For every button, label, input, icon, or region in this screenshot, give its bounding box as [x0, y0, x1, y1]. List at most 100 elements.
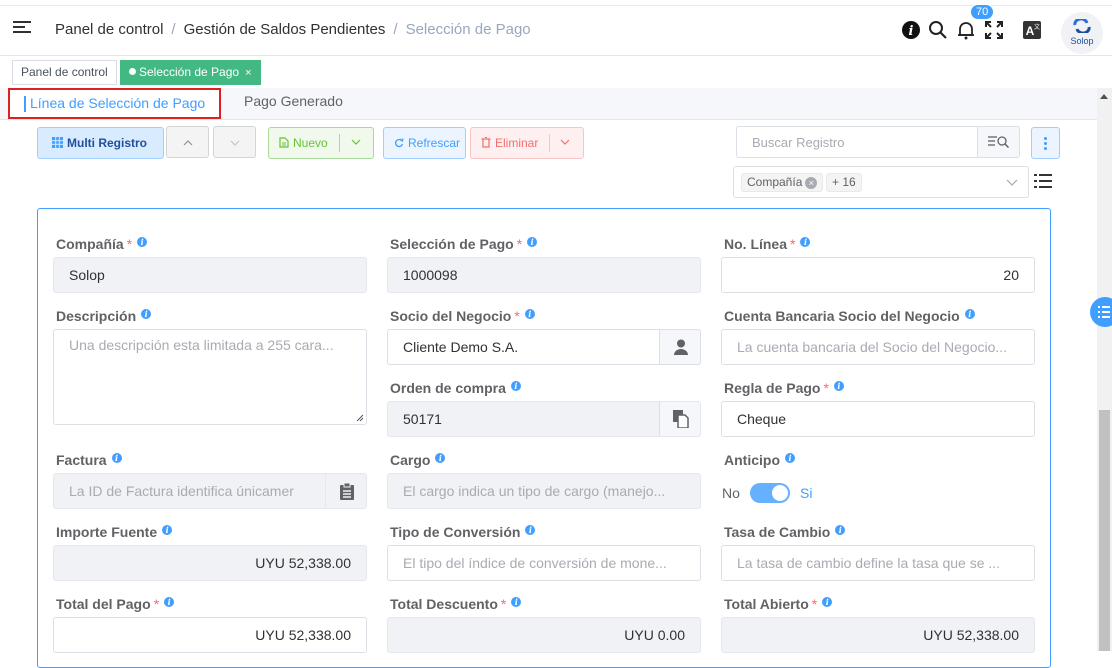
- breadcrumb: Panel de control / Gestión de Saldos Pendi…: [55, 21, 531, 38]
- charge-label: Cargo i: [390, 452, 446, 468]
- info-icon[interactable]: i: [510, 381, 521, 391]
- info-icon[interactable]: i: [901, 20, 921, 40]
- payment-selection-field: 1000098: [387, 257, 701, 293]
- info-icon[interactable]: i: [785, 453, 795, 463]
- pay-amount-input[interactable]: UYU 52,338.00: [53, 617, 367, 653]
- search-input[interactable]: Buscar Registro: [736, 126, 1020, 158]
- svg-text:文: 文: [1034, 23, 1040, 31]
- more-options-button[interactable]: [1031, 127, 1060, 159]
- source-amount-field: UYU 52,338.00: [53, 545, 367, 581]
- business-partner-search-button[interactable]: [659, 330, 700, 364]
- info-icon[interactable]: i: [111, 453, 122, 463]
- invoice-placeholder: La ID de Factura identifica únicamer: [69, 483, 294, 499]
- copy-document-icon: [673, 410, 689, 428]
- info-icon[interactable]: i: [525, 525, 536, 535]
- tags-bar: Panel de control Selección de Pago ×: [0, 56, 1112, 89]
- description-textarea[interactable]: Una descripción esta limitada a 255 cara…: [53, 329, 367, 425]
- tag-payment-selection[interactable]: Selección de Pago ×: [120, 60, 261, 85]
- info-icon[interactable]: i: [137, 237, 148, 247]
- side-panel-toggle-button[interactable]: [1090, 297, 1112, 327]
- payment-rule-label: Regla de Pago * i: [724, 380, 844, 396]
- purchase-order-lookup-button[interactable]: [659, 402, 700, 436]
- logo-icon: [1073, 19, 1091, 33]
- chevron-down-icon[interactable]: [1006, 179, 1018, 186]
- info-icon[interactable]: i: [141, 309, 152, 319]
- invoice-lookup-button[interactable]: [325, 474, 366, 508]
- tag-dashboard[interactable]: Panel de control: [12, 60, 117, 85]
- exchange-rate-label: Tasa de Cambio i: [724, 524, 846, 540]
- info-icon[interactable]: i: [527, 237, 538, 247]
- company-field: Solop: [53, 257, 367, 293]
- toggle-knob: [772, 485, 788, 501]
- multi-record-label: Multi Registro: [67, 136, 147, 150]
- bp-bank-account-label: Cuenta Bancaria Socio del Negocio i: [724, 308, 975, 324]
- info-icon[interactable]: i: [524, 309, 535, 319]
- purchase-order-value: 50171: [403, 411, 442, 427]
- tag-label: Panel de control: [21, 65, 108, 79]
- fullscreen-icon[interactable]: [984, 20, 1004, 40]
- conversion-type-label: Tipo de Conversión i: [390, 524, 536, 540]
- line-no-label: No. Línea * i: [724, 236, 811, 252]
- user-avatar[interactable]: Solop: [1061, 12, 1103, 54]
- trash-icon: [481, 137, 491, 148]
- scroll-thumb[interactable]: [1099, 410, 1110, 651]
- info-icon[interactable]: i: [511, 597, 522, 607]
- exchange-rate-input[interactable]: La tasa de cambio define la tasa que se …: [721, 545, 1035, 581]
- top-divider: [0, 5, 1112, 6]
- scrollbar[interactable]: [1097, 88, 1112, 651]
- language-icon[interactable]: A文: [1022, 20, 1042, 40]
- column-chip-label: Compañía: [747, 175, 803, 189]
- prepayment-on-label: Si: [800, 485, 813, 501]
- column-chip[interactable]: Compañía ×: [741, 173, 824, 192]
- info-icon[interactable]: i: [964, 309, 975, 319]
- invoice-field: La ID de Factura identifica únicamer: [53, 473, 367, 509]
- refresh-button[interactable]: Refrescar: [383, 127, 466, 159]
- info-icon[interactable]: i: [435, 453, 446, 463]
- line-no-input[interactable]: 20: [721, 257, 1035, 293]
- tab-label: Pago Generado: [244, 93, 343, 109]
- list-view-icon[interactable]: [1034, 173, 1052, 189]
- prepayment-toggle[interactable]: [750, 483, 790, 503]
- company-label: Compañía * i: [56, 236, 148, 252]
- refresh-label: Refrescar: [408, 136, 461, 150]
- new-button[interactable]: Nuevo: [268, 127, 374, 159]
- business-partner-label: Socio del Negocio * i: [390, 308, 535, 324]
- chevron-down-icon[interactable]: [351, 139, 361, 145]
- bp-bank-account-input[interactable]: La cuenta bancaria del Socio del Negocio…: [721, 329, 1035, 365]
- info-icon[interactable]: i: [822, 597, 833, 607]
- description-placeholder: Una descripción esta limitada a 255 cara…: [69, 337, 334, 353]
- multi-record-button[interactable]: Multi Registro: [37, 127, 164, 159]
- breadcrumb-item-balances[interactable]: Gestión de Saldos Pendientes: [184, 21, 386, 38]
- top-navbar: Panel de control / Gestión de Saldos Pendi…: [0, 0, 1112, 56]
- remove-chip-icon[interactable]: ×: [805, 177, 818, 189]
- tab-label: Línea de Selección de Pago: [30, 95, 206, 111]
- resize-handle-icon[interactable]: [356, 414, 364, 422]
- delete-button[interactable]: Eliminar: [470, 127, 584, 159]
- menu-toggle-icon[interactable]: [13, 21, 31, 35]
- purchase-order-label: Orden de compra i: [390, 380, 521, 396]
- scroll-up-icon[interactable]: [1100, 94, 1108, 99]
- breadcrumb-item-current: Selección de Pago: [405, 21, 531, 38]
- search-placeholder: Buscar Registro: [752, 135, 845, 150]
- next-record-button[interactable]: [213, 126, 256, 158]
- info-icon[interactable]: i: [162, 525, 173, 535]
- conversion-type-select[interactable]: El tipo del índice de conversión de mone…: [387, 545, 701, 581]
- tab-generated-payment[interactable]: Pago Generado: [244, 88, 343, 119]
- search-button[interactable]: [977, 126, 1020, 158]
- column-selector[interactable]: Compañía × + 16: [733, 166, 1029, 198]
- tab-payment-selection-line[interactable]: Línea de Selección de Pago: [8, 88, 221, 119]
- subtabs-bar: Línea de Selección de Pago Pago Generado: [0, 88, 1097, 120]
- chevron-down-icon[interactable]: [560, 139, 570, 145]
- info-icon[interactable]: i: [835, 525, 846, 535]
- info-icon[interactable]: i: [800, 237, 811, 247]
- search-icon[interactable]: [928, 20, 948, 40]
- business-partner-input[interactable]: Cliente Demo S.A.: [387, 329, 701, 365]
- close-icon[interactable]: ×: [245, 67, 251, 79]
- breadcrumb-item-dashboard[interactable]: Panel de control: [55, 21, 163, 38]
- bell-icon[interactable]: [956, 20, 976, 40]
- open-amount-label: Total Abierto * i: [724, 596, 833, 612]
- info-icon[interactable]: i: [833, 381, 844, 391]
- info-icon[interactable]: i: [164, 597, 175, 607]
- payment-rule-select[interactable]: Cheque: [721, 401, 1035, 437]
- previous-record-button[interactable]: [166, 126, 209, 158]
